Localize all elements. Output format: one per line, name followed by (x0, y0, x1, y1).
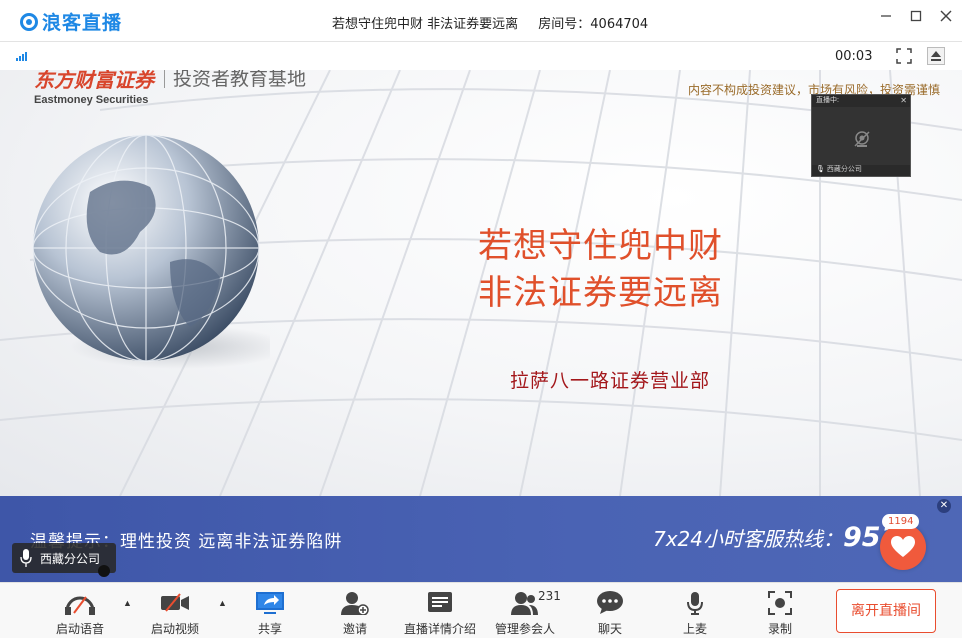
chat-icon (597, 591, 623, 614)
signal-icon (16, 52, 27, 61)
start-audio-label: 启动语音 (55, 622, 104, 636)
camera-off-icon (854, 131, 870, 147)
live-details-label: 直播详情介绍 (403, 622, 476, 636)
room-title: 若想守住兜中财 非法证券要远离 房间号：4064704 (332, 13, 648, 32)
join-mic-button[interactable]: 上麦 (656, 583, 734, 638)
like-count: 1194 (882, 514, 920, 529)
brand-logo: 东方财富证券 Eastmoney Securities (34, 70, 154, 106)
preview-footer: 🎙 西藏分公司 (812, 163, 910, 176)
record-button[interactable]: 录制 (741, 583, 819, 638)
invite-label: 邀请 (342, 622, 367, 636)
invite-button[interactable]: 邀请 (316, 583, 394, 638)
brand-subtitle: 投资者教育基地 (173, 70, 307, 90)
live-timer: 00:03 (835, 49, 873, 64)
preview-close-icon[interactable]: ✕ (900, 96, 907, 105)
slide-subtitle: 拉萨八一路证券营业部 (510, 370, 711, 392)
preview-video (812, 107, 910, 165)
start-video-label: 启动视频 (150, 622, 199, 636)
active-speaker: 西藏分公司 (12, 543, 116, 577)
minimize-button[interactable] (876, 6, 896, 26)
like-button[interactable] (880, 524, 926, 570)
camera-preview[interactable]: 直播中: ✕ 🎙 西藏分公司 (811, 94, 911, 177)
brand-name-en: Eastmoney Securities (34, 94, 149, 106)
collapse-icon[interactable] (927, 47, 945, 65)
share-screen-icon (256, 592, 284, 614)
preview-mic-icon: 🎙 (816, 166, 825, 173)
invite-icon (341, 592, 369, 615)
close-icon (940, 10, 952, 22)
banner-close-icon[interactable]: ✕ (937, 499, 951, 513)
player-bar: 00:03 (0, 42, 962, 70)
room-title-text: 若想守住兜中财 非法证券要远离 (332, 17, 519, 32)
maximize-button[interactable] (906, 6, 926, 26)
audio-options-caret[interactable]: ▲ (123, 598, 132, 608)
room-id: 房间号：4064704 (538, 17, 649, 32)
video-options-caret[interactable]: ▲ (218, 598, 227, 608)
record-label: 录制 (767, 622, 792, 636)
attendees-icon (511, 592, 538, 615)
start-video-button[interactable]: 启动视频 (136, 583, 214, 638)
details-icon (428, 592, 452, 612)
slide-title-line2: 非法证券要远离 (478, 273, 723, 313)
slide-title-line1: 若想守住兜中财 (478, 226, 723, 266)
preview-name: 西藏分公司 (826, 166, 862, 173)
share-button[interactable]: 共享 (231, 583, 309, 638)
share-label: 共享 (257, 622, 282, 636)
hotline: 7x24小时客服热线：953 (653, 522, 899, 553)
microphone-icon (20, 549, 32, 567)
heart-icon (891, 536, 915, 557)
manage-attendees-label: 管理参会人 (494, 622, 555, 636)
fullscreen-icon[interactable] (896, 48, 912, 64)
bottom-toolbar: 启动语音 ▲ 启动视频 ▲ 共享 邀请 直播详情介绍 管理参会人 231 聊天 … (0, 582, 962, 638)
maximize-icon (910, 10, 922, 22)
microphone-icon (687, 592, 703, 615)
app-logo: 浪客直播 (20, 8, 122, 35)
chat-label: 聊天 (597, 622, 622, 636)
brand-header: 东方财富证券 Eastmoney Securities 投资者教育基地 (34, 70, 306, 106)
audio-icon (65, 596, 95, 615)
video-icon (161, 593, 189, 612)
preview-header: 直播中: (816, 97, 839, 104)
notice-banner: ✕ 温馨提示：理性投资 远离非法证券陷阱 7x24小时客服热线：953 西藏分公… (0, 496, 962, 582)
slide-title: 若想守住兜中财 非法证券要远离 (478, 223, 723, 317)
leave-room-button[interactable]: 离开直播间 (836, 589, 936, 633)
record-icon (768, 591, 792, 615)
brand-name-cn: 东方财富证券 (34, 70, 154, 92)
live-details-button[interactable]: 直播详情介绍 (401, 583, 479, 638)
minimize-icon (881, 15, 891, 17)
brand-divider (164, 70, 165, 88)
chat-button[interactable]: 聊天 (571, 583, 649, 638)
close-button[interactable] (936, 6, 956, 26)
join-mic-label: 上麦 (682, 622, 707, 636)
app-logo-icon (20, 12, 38, 31)
speaker-status-icon (98, 565, 110, 577)
title-bar: 浪客直播 若想守住兜中财 非法证券要远离 房间号：4064704 (0, 0, 962, 42)
globe-icon (32, 134, 270, 369)
attendee-count: 231 (538, 589, 561, 603)
speaker-name: 西藏分公司 (40, 551, 101, 566)
start-audio-button[interactable]: 启动语音 (41, 583, 119, 638)
hotline-label: 7x24小时客服热线： (653, 527, 844, 551)
app-name: 浪客直播 (42, 12, 123, 34)
